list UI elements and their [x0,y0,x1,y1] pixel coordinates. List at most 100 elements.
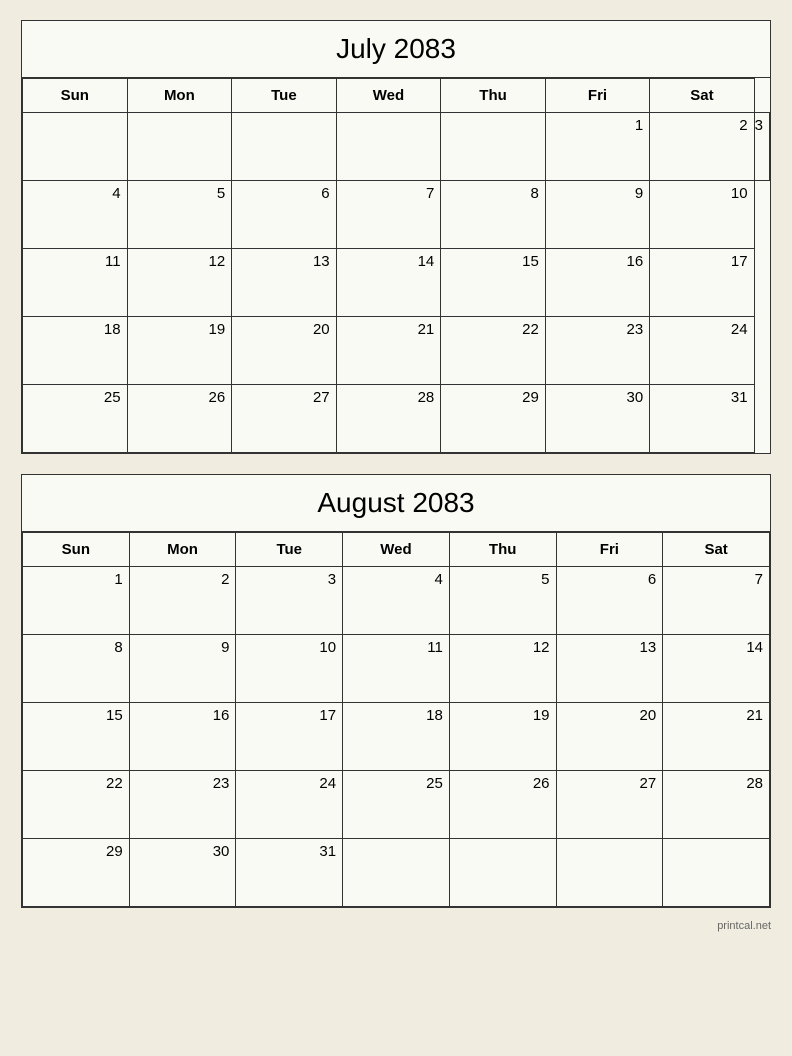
calendar-day [556,839,663,907]
calendar-day: 11 [23,249,128,317]
calendar-day: 29 [441,385,546,453]
calendar-day: 28 [663,771,770,839]
calendar-day: 18 [343,703,450,771]
calendar-day: 21 [336,317,441,385]
table-row: 22232425262728 [23,771,770,839]
august-header-row: Sun Mon Tue Wed Thu Fri Sat [23,533,770,567]
calendar-day: 31 [236,839,343,907]
aug-header-tue: Tue [236,533,343,567]
calendar-day: 1 [545,113,649,181]
calendar-day: 15 [441,249,546,317]
jul-header-fri: Fri [545,79,649,113]
jul-header-mon: Mon [127,79,232,113]
aug-header-sat: Sat [663,533,770,567]
calendar-day: 27 [232,385,336,453]
calendar-day: 4 [343,567,450,635]
calendar-day: 7 [336,181,441,249]
calendar-day: 29 [23,839,130,907]
august-calendar: August 2083 Sun Mon Tue Wed Thu Fri Sat … [21,474,771,908]
calendar-day: 13 [556,635,663,703]
calendar-day: 31 [650,385,754,453]
calendar-day: 9 [129,635,236,703]
calendar-day [663,839,770,907]
july-title: July 2083 [22,21,770,78]
calendar-day: 7 [663,567,770,635]
calendar-day: 6 [232,181,336,249]
calendar-day: 12 [449,635,556,703]
aug-header-mon: Mon [129,533,236,567]
table-row: 123 [23,113,770,181]
aug-header-wed: Wed [343,533,450,567]
calendar-day: 10 [650,181,754,249]
calendar-day: 23 [545,317,649,385]
aug-header-sun: Sun [23,533,130,567]
july-grid: Sun Mon Tue Wed Thu Fri Sat 123456789101… [22,78,770,453]
jul-header-tue: Tue [232,79,336,113]
calendar-day: 24 [236,771,343,839]
calendar-day: 20 [556,703,663,771]
watermark: printcal.net [21,920,771,932]
calendar-day [343,839,450,907]
calendar-day: 17 [650,249,754,317]
calendar-day: 3 [754,113,769,181]
calendar-day: 22 [23,771,130,839]
calendar-day [336,113,441,181]
calendar-day: 30 [545,385,649,453]
calendar-day: 4 [23,181,128,249]
calendar-day: 14 [336,249,441,317]
calendar-day: 1 [23,567,130,635]
calendar-day [449,839,556,907]
calendar-day: 8 [441,181,546,249]
calendar-day: 8 [23,635,130,703]
calendar-day: 6 [556,567,663,635]
calendar-day: 21 [663,703,770,771]
calendar-day: 26 [449,771,556,839]
calendar-day: 11 [343,635,450,703]
calendar-day [23,113,128,181]
table-row: 891011121314 [23,635,770,703]
calendar-day: 18 [23,317,128,385]
table-row: 15161718192021 [23,703,770,771]
jul-header-sun: Sun [23,79,128,113]
calendar-day: 5 [449,567,556,635]
calendar-day: 20 [232,317,336,385]
table-row: 293031 [23,839,770,907]
calendar-day: 13 [232,249,336,317]
calendar-day: 25 [343,771,450,839]
aug-header-fri: Fri [556,533,663,567]
table-row: 11121314151617 [23,249,770,317]
table-row: 18192021222324 [23,317,770,385]
table-row: 45678910 [23,181,770,249]
calendar-day: 28 [336,385,441,453]
calendar-day: 25 [23,385,128,453]
calendar-day: 22 [441,317,546,385]
calendar-day: 24 [650,317,754,385]
july-body: 1234567891011121314151617181920212223242… [23,113,770,453]
calendar-day: 16 [545,249,649,317]
july-header-row: Sun Mon Tue Wed Thu Fri Sat [23,79,770,113]
calendar-day: 2 [129,567,236,635]
jul-header-thu: Thu [441,79,546,113]
july-calendar: July 2083 Sun Mon Tue Wed Thu Fri Sat 12… [21,20,771,454]
calendar-day: 19 [127,317,232,385]
calendar-day: 30 [129,839,236,907]
table-row: 25262728293031 [23,385,770,453]
august-title: August 2083 [22,475,770,532]
august-grid: Sun Mon Tue Wed Thu Fri Sat 123456789101… [22,532,770,907]
calendar-day: 9 [545,181,649,249]
aug-header-thu: Thu [449,533,556,567]
calendar-day: 26 [127,385,232,453]
august-body: 1234567891011121314151617181920212223242… [23,567,770,907]
calendar-day: 14 [663,635,770,703]
calendar-day: 27 [556,771,663,839]
calendar-day: 19 [449,703,556,771]
table-row: 1234567 [23,567,770,635]
calendar-day: 2 [650,113,754,181]
calendar-day: 16 [129,703,236,771]
calendar-day [441,113,546,181]
calendar-day [232,113,336,181]
calendar-day: 10 [236,635,343,703]
jul-header-sat: Sat [650,79,754,113]
calendar-day: 15 [23,703,130,771]
calendar-day [127,113,232,181]
